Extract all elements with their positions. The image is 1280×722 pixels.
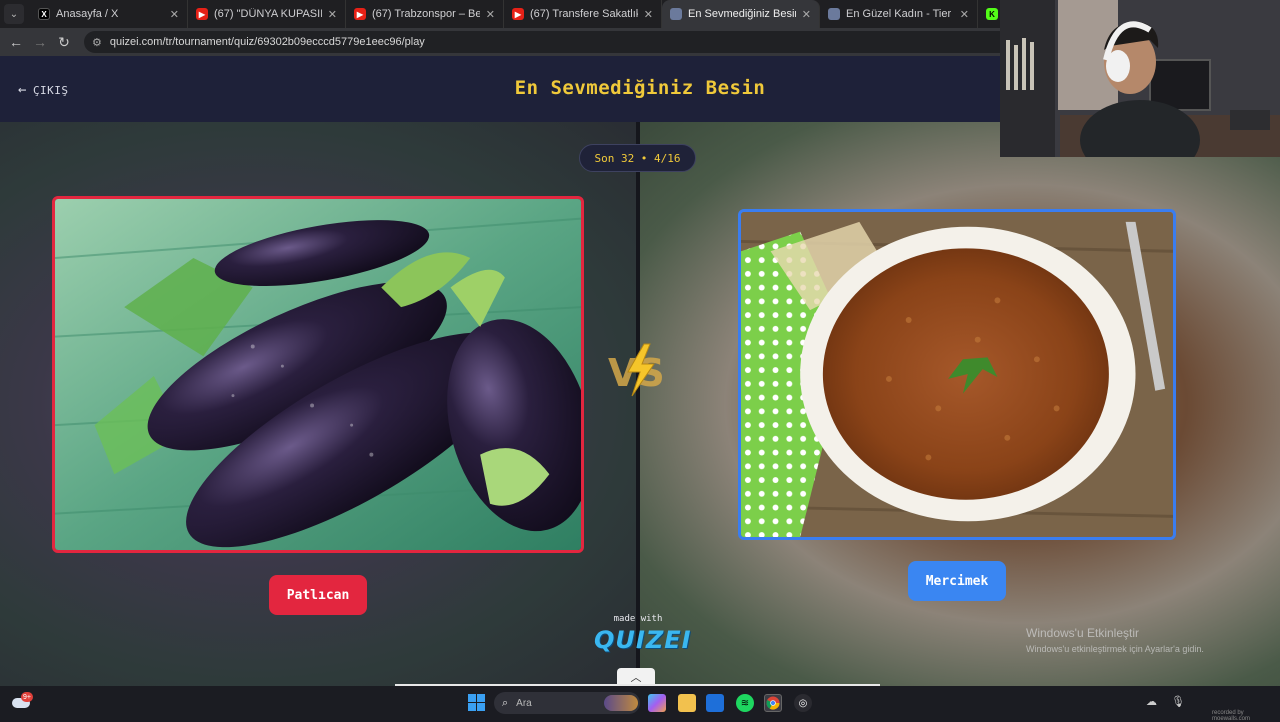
made-with-label: made with [613, 614, 663, 624]
tab-close-icon[interactable]: ✕ [644, 8, 653, 21]
webcam-overlay [1000, 0, 1280, 157]
eggplant-image [55, 199, 581, 550]
forward-arrow-icon[interactable]: → [28, 30, 52, 54]
youtube-icon: ▶ [354, 8, 366, 20]
left-choice-button[interactable]: Patlıcan [269, 575, 367, 615]
search-placeholder: Ara [516, 697, 532, 709]
tab-close-icon[interactable]: ✕ [170, 8, 179, 21]
streamer-webcam-image [1000, 0, 1280, 157]
system-tray: ☁ 🎙 [1146, 695, 1185, 708]
browser-tab[interactable]: ▶ (67) Transfere Sakatlık Engeli, B ✕ [504, 0, 662, 28]
browser-tab-active[interactable]: En Sevmediğiniz Besin - Tier Lis ✕ [662, 0, 820, 28]
right-choice-button[interactable]: Mercimek [908, 561, 1006, 601]
round-indicator: Son 32 • 4/16 [579, 144, 696, 172]
youtube-icon: ▶ [512, 8, 524, 20]
quizei-icon [828, 8, 840, 20]
activation-subtitle: Windows'u etkinleştirmek için Ayarlar'a … [1026, 644, 1204, 654]
kick-icon: K [986, 8, 998, 20]
tab-close-icon[interactable]: ✕ [960, 8, 969, 21]
lentil-soup-image [741, 212, 1173, 537]
tab-title: (67) Trabzonspor – Beşiktaş An [372, 8, 480, 20]
quizei-icon [670, 8, 682, 20]
address-bar[interactable]: ⚙ quizei.com/tr/tournament/quiz/69302b09… [84, 31, 1074, 53]
site-settings-icon[interactable]: ⚙ [92, 36, 102, 49]
browser-tab[interactable]: En Güzel Kadın - Tier List | Kör ✕ [820, 0, 978, 28]
tab-close-icon[interactable]: ✕ [802, 8, 811, 21]
notification-badge: 9+ [21, 692, 33, 702]
weather-widget[interactable]: 9+ [12, 692, 33, 710]
tab-title: (67) "DÜNYA KUPASINI PROTES [214, 8, 322, 20]
center-divider [636, 122, 640, 686]
browser-tab[interactable]: ▶ (67) Trabzonspor – Beşiktaş An ✕ [346, 0, 504, 28]
reload-icon[interactable]: ↻ [52, 30, 76, 54]
windows-taskbar: 9+ ⌕ Ara ≋ ◎ ☁ 🎙 [0, 686, 1280, 720]
chrome-icon[interactable] [764, 694, 782, 712]
address-url: quizei.com/tr/tournament/quiz/69302b09ec… [109, 36, 425, 48]
microphone-icon[interactable]: 🎙 [1171, 695, 1185, 708]
tab-close-icon[interactable]: ✕ [486, 8, 495, 21]
tab-search-chevron-icon[interactable]: ⌄ [4, 4, 24, 24]
cloud-sync-icon[interactable]: ☁ [1146, 695, 1157, 708]
copilot-icon[interactable] [648, 694, 666, 712]
obs-icon[interactable]: ◎ [794, 694, 812, 712]
back-arrow-icon[interactable]: ← [4, 30, 28, 54]
taskbar-search[interactable]: ⌕ Ara [494, 692, 640, 714]
left-option-card[interactable] [52, 196, 584, 553]
tab-title: En Sevmediğiniz Besin - Tier Lis [688, 8, 796, 20]
search-icon: ⌕ [502, 696, 509, 709]
file-explorer-icon[interactable] [678, 694, 696, 712]
browser-tab[interactable]: X Anasayfa / X ✕ [30, 0, 188, 28]
youtube-icon: ▶ [196, 8, 208, 20]
right-option-card[interactable] [738, 209, 1176, 540]
quizei-logo[interactable]: QUIZEI [594, 626, 691, 654]
versus-icon: VS [608, 343, 665, 397]
chrome-logo-icon [766, 696, 780, 710]
tab-title: (67) Transfere Sakatlık Engeli, B [530, 8, 638, 20]
search-highlight-image [604, 695, 638, 711]
activation-title: Windows'u Etkinleştir [1026, 626, 1139, 640]
tab-title: En Güzel Kadın - Tier List | Kör [846, 8, 954, 20]
windows-activation-watermark: Windows'u Etkinleştir Windows'u etkinleş… [1026, 626, 1204, 654]
recorder-watermark: recorded by moewalls.com [1212, 710, 1251, 722]
browser-tab[interactable]: ▶ (67) "DÜNYA KUPASINI PROTES ✕ [188, 0, 346, 28]
x-logo-icon: X [38, 8, 50, 20]
tab-close-icon[interactable]: ✕ [328, 8, 337, 21]
windows-start-icon[interactable] [468, 694, 485, 711]
microsoft-store-icon[interactable] [706, 694, 724, 712]
spotify-icon[interactable]: ≋ [736, 694, 754, 712]
tab-title: Anasayfa / X [56, 8, 119, 20]
